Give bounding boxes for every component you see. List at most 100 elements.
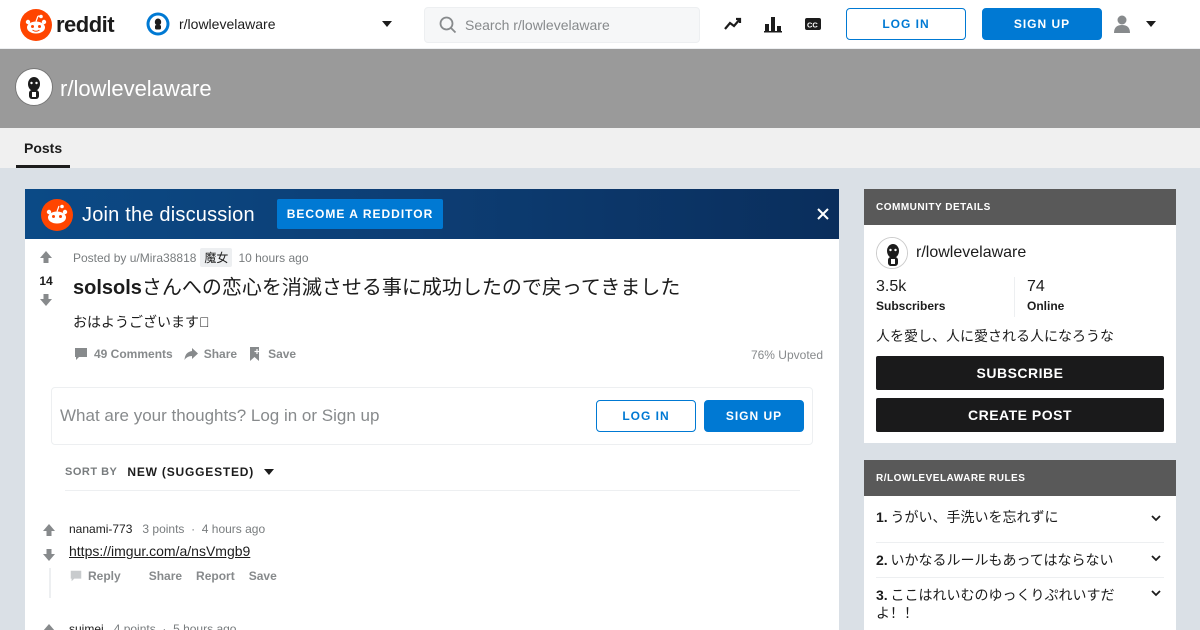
subscribers-label: Subscribers bbox=[876, 299, 946, 313]
community-banner: r/lowlevelaware bbox=[0, 49, 1200, 128]
comment-meta: nanami-773 3 points · 4 hours ago bbox=[69, 522, 265, 536]
sort-dropdown[interactable]: SORT BY NEW (SUGGESTED) bbox=[65, 465, 275, 479]
report-button[interactable]: Report bbox=[196, 569, 235, 583]
rule-number: 1. bbox=[876, 509, 888, 525]
save-label: Save bbox=[268, 347, 297, 361]
search-box[interactable] bbox=[424, 7, 700, 43]
trending-icon[interactable] bbox=[723, 14, 743, 34]
post-title-bold: solsols bbox=[73, 277, 142, 299]
user-flair: 魔女 bbox=[200, 248, 233, 267]
leaderboard-icon[interactable] bbox=[763, 14, 783, 34]
user-icon bbox=[1114, 15, 1130, 33]
rule-item[interactable]: 3. ここはれいむのゆっくりぷれいすだよ！！ bbox=[876, 578, 1164, 630]
community-avatar-icon bbox=[877, 238, 907, 268]
reply-button[interactable]: Reply bbox=[69, 569, 135, 583]
upvote-ratio: 76% Upvoted bbox=[750, 348, 823, 362]
downvote-icon[interactable] bbox=[41, 547, 57, 563]
post-author[interactable]: Posted by u/Mira38818 bbox=[73, 251, 196, 265]
upvote-icon[interactable] bbox=[38, 249, 54, 265]
reddit-snoo-icon bbox=[20, 9, 52, 41]
online-label: Online bbox=[1027, 299, 1065, 313]
become-redditor-button[interactable]: BECOME A REDDITOR bbox=[277, 199, 443, 229]
rule-text: いかなるルールもあってはならない bbox=[890, 552, 1114, 568]
search-input[interactable] bbox=[465, 17, 685, 33]
search-icon bbox=[439, 16, 457, 34]
community-avatar-icon bbox=[146, 12, 170, 36]
upvote-icon[interactable] bbox=[41, 622, 57, 630]
subscribers-count: 3.5k bbox=[876, 278, 907, 295]
community-details-heading: COMMUNITY DETAILS bbox=[864, 189, 1176, 225]
reddit-snoo-icon bbox=[41, 199, 73, 231]
chevron-down-icon bbox=[1151, 555, 1161, 562]
online-stat: 74 Online bbox=[1027, 278, 1064, 313]
comment-points: 3 points bbox=[142, 522, 185, 536]
comments-button[interactable]: 49 Comments bbox=[73, 346, 173, 362]
post-actions: 49 Comments Share Save bbox=[73, 346, 306, 362]
community-description: 人を愛し、人に愛される人になろうな bbox=[876, 328, 1114, 344]
community-avatar-icon bbox=[18, 71, 50, 103]
rule-number: 2. bbox=[876, 552, 888, 568]
save-button[interactable]: Save bbox=[247, 346, 296, 362]
sort-value: NEW (SUGGESTED) bbox=[127, 465, 255, 479]
comment-votes bbox=[41, 522, 57, 568]
comment-time[interactable]: 5 hours ago bbox=[173, 622, 236, 630]
tab-posts[interactable]: Posts bbox=[16, 128, 71, 168]
header-login-button[interactable]: LOG IN bbox=[846, 8, 966, 40]
comment-icon bbox=[70, 570, 82, 582]
downvote-icon[interactable] bbox=[38, 292, 54, 308]
join-text: Join the discussion bbox=[82, 204, 255, 226]
post-votes: 14 bbox=[35, 249, 57, 313]
divider bbox=[1014, 277, 1015, 317]
post-body: おはようございます􀀀 bbox=[73, 314, 210, 330]
svg-text:CC: CC bbox=[807, 21, 818, 30]
post-title: solsolsさんへの恋心を消滅させる事に成功したので戻ってきました bbox=[73, 271, 680, 300]
comment-author[interactable]: suimei bbox=[69, 622, 104, 630]
comment-login-button[interactable]: LOG IN bbox=[596, 400, 696, 432]
rule-item[interactable]: 1. うがい、手洗いを忘れずに bbox=[876, 508, 1164, 543]
community-dropdown[interactable]: r/lowlevelaware bbox=[146, 9, 400, 39]
meta-separator: · bbox=[191, 522, 196, 536]
create-post-button[interactable]: CREATE POST bbox=[876, 398, 1164, 432]
closed-captions-icon[interactable]: CC bbox=[803, 14, 823, 34]
chevron-down-icon bbox=[264, 469, 275, 475]
upvote-icon[interactable] bbox=[41, 522, 57, 538]
rule-text: ここはれいむのゆっくりぷれいすだよ！！ bbox=[876, 587, 1115, 621]
comment-author[interactable]: nanami-773 bbox=[69, 522, 132, 536]
reply-label: Reply bbox=[88, 569, 121, 583]
rule-number: 3. bbox=[876, 587, 888, 603]
sort-label: SORT BY bbox=[65, 466, 118, 478]
rule-item[interactable]: 2. いかなるルールもあってはならない bbox=[876, 543, 1164, 578]
comment-prompt-text: What are your thoughts? Log in or Sign u… bbox=[60, 406, 380, 425]
community-tabs: Posts bbox=[0, 128, 1200, 168]
header-signup-button[interactable]: SIGN UP bbox=[982, 8, 1102, 40]
divider bbox=[65, 490, 800, 491]
post-time[interactable]: 10 hours ago bbox=[238, 251, 308, 265]
comment-points: 4 points bbox=[113, 622, 156, 630]
sidebar-community[interactable]: r/lowlevelaware bbox=[876, 237, 1026, 269]
community-name: r/lowlevelaware bbox=[179, 16, 276, 32]
user-menu[interactable] bbox=[1112, 12, 1162, 36]
subscribers-stat: 3.5k Subscribers bbox=[876, 278, 945, 313]
comment-share-button[interactable]: Share bbox=[149, 569, 182, 583]
sidebar-community-name: r/lowlevelaware bbox=[916, 244, 1027, 261]
comment-save-button[interactable]: Save bbox=[249, 569, 277, 583]
community-avatar bbox=[876, 237, 908, 269]
share-icon bbox=[184, 348, 198, 360]
comments-label: 49 Comments bbox=[94, 347, 173, 361]
comment-votes bbox=[41, 622, 57, 630]
close-icon[interactable] bbox=[815, 206, 831, 222]
reddit-logo[interactable]: reddit bbox=[20, 9, 115, 41]
thread-line[interactable] bbox=[49, 568, 51, 598]
chevron-down-icon bbox=[1151, 515, 1161, 522]
comment-link[interactable]: https://imgur.com/a/nsVmgb9 bbox=[69, 543, 250, 559]
comment-signup-button[interactable]: SIGN UP bbox=[704, 400, 804, 432]
subscribe-button[interactable]: SUBSCRIBE bbox=[876, 356, 1164, 390]
post-meta: Posted by u/Mira38818 魔女 10 hours ago bbox=[73, 248, 309, 267]
post-title-rest: さんへの恋心を消滅させる事に成功したので戻ってきました bbox=[141, 277, 681, 299]
logo-text: reddit bbox=[56, 12, 115, 37]
share-button[interactable]: Share bbox=[183, 346, 237, 362]
post-card: Join the discussion BECOME A REDDITOR 14… bbox=[25, 189, 839, 630]
bookmark-icon bbox=[250, 347, 260, 361]
rules-heading: R/LOWLEVELAWARE RULES bbox=[864, 460, 1176, 496]
comment-time[interactable]: 4 hours ago bbox=[202, 522, 265, 536]
